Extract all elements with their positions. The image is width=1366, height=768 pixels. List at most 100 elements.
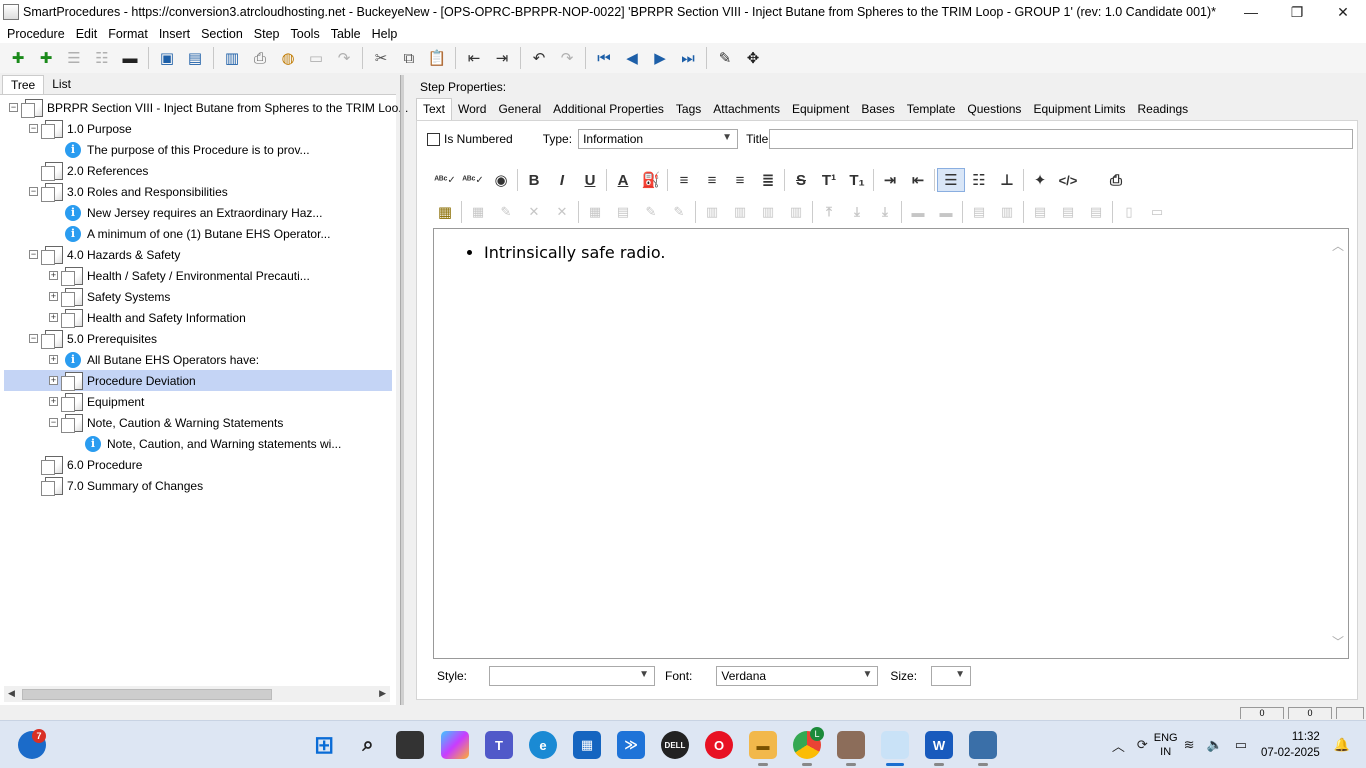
scroll-left-icon[interactable]: ◀: [8, 688, 15, 699]
battery-icon[interactable]: ▭: [1235, 737, 1247, 753]
tree-item[interactable]: 6.0 Procedure: [0, 454, 142, 475]
tree-item[interactable]: − 4.0 Hazards & Safety: [0, 244, 180, 265]
restore-button[interactable]: ❐: [1274, 0, 1320, 24]
superscript-icon[interactable]: T¹: [815, 168, 843, 192]
strikethrough-icon[interactable]: S: [787, 168, 815, 192]
tree-item[interactable]: 2.0 References: [0, 160, 148, 181]
title-input[interactable]: [769, 129, 1353, 149]
tree-item[interactable]: + Health and Safety Information: [0, 307, 246, 328]
list-detail-icon[interactable]: ☷: [91, 47, 113, 69]
tree-item[interactable]: − 3.0 Roles and Responsibilities: [0, 181, 228, 202]
menu-section[interactable]: Section: [196, 27, 249, 41]
horizontal-bar-icon[interactable]: ▭: [1143, 200, 1171, 224]
expand-icon[interactable]: +: [49, 376, 58, 385]
tab-list[interactable]: List: [44, 75, 79, 94]
merge-columns-icon[interactable]: ▥: [782, 200, 810, 224]
minimize-button[interactable]: —: [1228, 0, 1274, 24]
delete-row-icon[interactable]: ⤓: [871, 200, 899, 224]
menu-insert[interactable]: Insert: [154, 27, 196, 41]
font-select[interactable]: Verdana ▼: [716, 666, 879, 686]
tree-item[interactable]: i Note, Caution, and Warning statements w…: [0, 433, 341, 454]
cell-edit-icon[interactable]: ✎: [492, 200, 520, 224]
teams-icon[interactable]: T: [485, 731, 513, 759]
collapse-icon[interactable]: −: [29, 187, 38, 196]
tab-readings[interactable]: Readings: [1131, 99, 1194, 120]
expand-icon[interactable]: +: [49, 271, 58, 280]
move-icon[interactable]: ✥: [742, 47, 764, 69]
smartprocedures-taskbar-icon[interactable]: [881, 731, 909, 759]
network-status-icon[interactable]: ⟳: [1137, 737, 1148, 753]
cut-icon[interactable]: ✂: [370, 47, 392, 69]
insert-table-icon[interactable]: ▦: [431, 200, 459, 224]
tab-text[interactable]: Text: [416, 98, 453, 120]
spell-check-all-icon[interactable]: ᴬᴮᶜ✓: [459, 168, 487, 192]
split-column-icon[interactable]: ▥: [993, 200, 1021, 224]
align-middle-icon[interactable]: ▤: [1054, 200, 1082, 224]
last-icon[interactable]: ⏭: [677, 47, 699, 69]
tree-item[interactable]: i The purpose of this Procedure is to pro…: [0, 139, 310, 160]
menu-edit[interactable]: Edit: [71, 27, 104, 41]
previous-icon[interactable]: ◀: [621, 47, 643, 69]
copilot-icon[interactable]: [441, 731, 469, 759]
pane-splitter[interactable]: [400, 75, 404, 705]
menu-table[interactable]: Table: [326, 27, 367, 41]
menu-step[interactable]: Step: [249, 27, 286, 41]
list-icon[interactable]: ☰: [63, 47, 85, 69]
volume-icon[interactable]: 🔈: [1207, 737, 1223, 753]
dell-icon[interactable]: DELL: [661, 731, 689, 759]
collapse-icon[interactable]: −: [29, 334, 38, 343]
magic-wand-icon[interactable]: ✦: [1026, 168, 1054, 192]
tab-questions[interactable]: Questions: [961, 99, 1027, 120]
align-right-icon[interactable]: ≡: [726, 168, 754, 192]
tree-item[interactable]: − 1.0 Purpose: [0, 118, 132, 139]
add-step-icon[interactable]: ✚: [7, 47, 29, 69]
tree-item[interactable]: + Procedure Deviation: [4, 370, 392, 391]
tab-attachments[interactable]: Attachments: [707, 99, 786, 120]
expand-icon[interactable]: +: [49, 355, 58, 364]
type-select[interactable]: Information ▼: [578, 129, 739, 149]
text-editor[interactable]: Intrinsically safe radio. ︿ ﹀: [433, 228, 1349, 659]
collapse-icon[interactable]: −: [9, 103, 18, 112]
outdent-icon[interactable]: ⇤: [463, 47, 485, 69]
print-icon[interactable]: ⎙: [1102, 168, 1130, 192]
align-left-icon[interactable]: ≡: [670, 168, 698, 192]
tab-tree[interactable]: Tree: [2, 75, 45, 94]
tab-template[interactable]: Template: [901, 99, 962, 120]
collapse-icon[interactable]: −: [49, 418, 58, 427]
style-select[interactable]: ▼: [489, 666, 656, 686]
tab-tags[interactable]: Tags: [670, 99, 707, 120]
insert-row-above-icon[interactable]: ⤒: [815, 200, 843, 224]
globe-icon[interactable]: ◍: [277, 47, 299, 69]
print-icon[interactable]: ⎙: [249, 47, 271, 69]
menu-procedure[interactable]: Procedure: [2, 27, 71, 41]
undo-icon[interactable]: ↶: [528, 47, 550, 69]
format-cell-icon[interactable]: ✎: [665, 200, 693, 224]
bold-icon[interactable]: B: [520, 168, 548, 192]
vertical-bar-icon[interactable]: ▯: [1115, 200, 1143, 224]
align-top-icon[interactable]: ▤: [1026, 200, 1054, 224]
collapse-icon[interactable]: −: [29, 124, 38, 133]
insert-column-right-icon[interactable]: ▥: [726, 200, 754, 224]
menu-format[interactable]: Format: [103, 27, 154, 41]
save-all-icon[interactable]: ▣: [156, 47, 178, 69]
tab-word[interactable]: Word: [452, 99, 492, 120]
clock[interactable]: 11:32 07-02-2025: [1261, 729, 1320, 761]
close-button[interactable]: ✕: [1320, 0, 1366, 24]
align-center-icon[interactable]: ≡: [698, 168, 726, 192]
underline-icon[interactable]: U: [576, 168, 604, 192]
bullet-item[interactable]: Intrinsically safe radio.: [484, 243, 665, 262]
indent-icon[interactable]: ⇥: [491, 47, 513, 69]
redo-icon[interactable]: ↷: [556, 47, 578, 69]
word-icon[interactable]: W: [925, 731, 953, 759]
language-indicator[interactable]: ENG IN: [1154, 731, 1178, 759]
save-icon[interactable]: ▤: [184, 47, 206, 69]
table-properties-icon[interactable]: ▦: [464, 200, 492, 224]
tree-item[interactable]: + Health / Safety / Environmental Precaut…: [0, 265, 310, 286]
delete-column-icon[interactable]: ▥: [754, 200, 782, 224]
edge-icon[interactable]: e: [529, 731, 557, 759]
split-row-icon[interactable]: ▤: [965, 200, 993, 224]
record-icon[interactable]: ◉: [487, 168, 515, 192]
column-edit-icon[interactable]: ✎: [637, 200, 665, 224]
next-icon[interactable]: ▶: [649, 47, 671, 69]
scroll-down-icon[interactable]: ﹀: [1332, 633, 1344, 650]
